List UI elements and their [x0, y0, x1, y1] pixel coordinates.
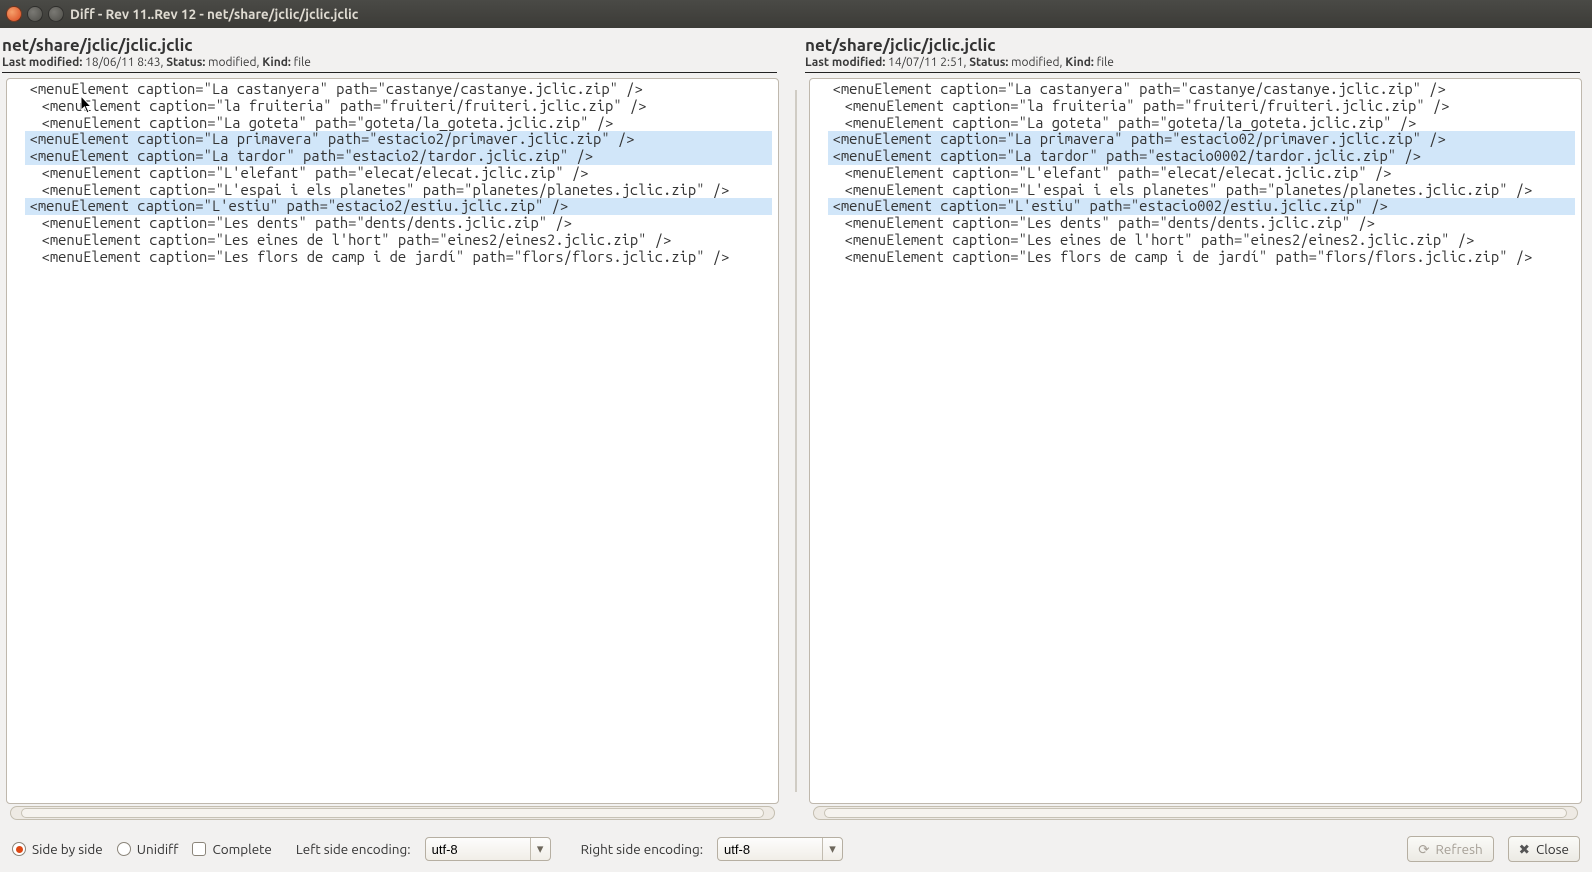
window-close-button[interactable] [6, 6, 22, 22]
left-file-meta: Last modified: 18/06/11 8:43, Status: mo… [2, 56, 777, 69]
last-modified-label: Last modified: [2, 56, 82, 69]
bottom-toolbar: Side by side Unidiff Complete Left side … [6, 832, 1586, 866]
close-label: Close [1536, 841, 1569, 857]
chevron-down-icon[interactable]: ▾ [530, 838, 550, 860]
checkbox-icon [192, 842, 206, 856]
right-pane-header: net/share/jclic/jclic.jclic Last modifie… [799, 34, 1586, 75]
right-modified-value: 14/07/11 2:51 [888, 56, 963, 69]
refresh-label: Refresh [1436, 841, 1483, 857]
left-status-value: modified [208, 56, 256, 69]
right-pane: net/share/jclic/jclic.jclic Last modifie… [809, 34, 1586, 822]
right-encoding-combo[interactable]: ▾ [717, 837, 843, 861]
status-label: Status: [166, 56, 205, 69]
right-horizontal-scrollbar[interactable] [813, 806, 1578, 820]
right-encoding-input[interactable] [718, 838, 822, 860]
right-lines: <menuElement caption="La castanyera" pat… [810, 79, 1581, 271]
kind-label: Kind: [262, 56, 291, 69]
unidiff-label: Unidiff [137, 841, 179, 857]
radio-dot-icon [12, 842, 26, 856]
right-file-meta: Last modified: 14/07/11 2:51, Status: mo… [805, 56, 1580, 69]
kind-label: Kind: [1065, 56, 1094, 69]
left-file-path: net/share/jclic/jclic.jclic [2, 36, 777, 56]
left-encoding-combo[interactable]: ▾ [425, 837, 551, 861]
chevron-down-icon[interactable]: ▾ [822, 838, 842, 860]
workarea: net/share/jclic/jclic.jclic Last modifie… [0, 28, 1592, 872]
left-encoding-input[interactable] [426, 838, 530, 860]
window-titlebar: Diff - Rev 11..Rev 12 - net/share/jclic/… [0, 0, 1592, 28]
complete-checkbox[interactable]: Complete [192, 841, 271, 857]
right-kind-value: file [1097, 56, 1114, 69]
diff-panes: net/share/jclic/jclic.jclic Last modifie… [6, 34, 1586, 822]
pane-splitter[interactable] [783, 34, 809, 822]
left-horizontal-scrollbar[interactable] [10, 806, 775, 820]
left-pane: net/share/jclic/jclic.jclic Last modifie… [6, 34, 783, 822]
close-button[interactable]: ✖ Close [1508, 836, 1580, 862]
left-kind-value: file [294, 56, 311, 69]
close-icon: ✖ [1519, 841, 1530, 858]
refresh-button[interactable]: ⟳ Refresh [1407, 836, 1493, 862]
refresh-icon: ⟳ [1418, 841, 1429, 858]
window-minimize-button[interactable] [27, 6, 43, 22]
right-code-view[interactable]: <menuElement caption="La castanyera" pat… [809, 78, 1582, 804]
left-code-view[interactable]: <menuElement caption="La castanyera" pat… [6, 78, 779, 804]
side-by-side-label: Side by side [32, 841, 103, 857]
view-unidiff-radio[interactable]: Unidiff [117, 841, 179, 857]
left-pane-header: net/share/jclic/jclic.jclic Last modifie… [0, 34, 783, 75]
window-maximize-button[interactable] [48, 6, 64, 22]
left-modified-value: 18/06/11 8:43 [85, 56, 160, 69]
right-encoding-label: Right side encoding: [581, 841, 703, 857]
complete-label: Complete [212, 841, 271, 857]
last-modified-label: Last modified: [805, 56, 885, 69]
right-file-path: net/share/jclic/jclic.jclic [805, 36, 1580, 56]
left-encoding-label: Left side encoding: [296, 841, 411, 857]
status-label: Status: [969, 56, 1008, 69]
right-status-value: modified [1011, 56, 1059, 69]
window-title: Diff - Rev 11..Rev 12 - net/share/jclic/… [70, 6, 358, 22]
left-lines: <menuElement caption="La castanyera" pat… [7, 79, 778, 271]
view-side-by-side-radio[interactable]: Side by side [12, 841, 103, 857]
radio-dot-icon [117, 842, 131, 856]
